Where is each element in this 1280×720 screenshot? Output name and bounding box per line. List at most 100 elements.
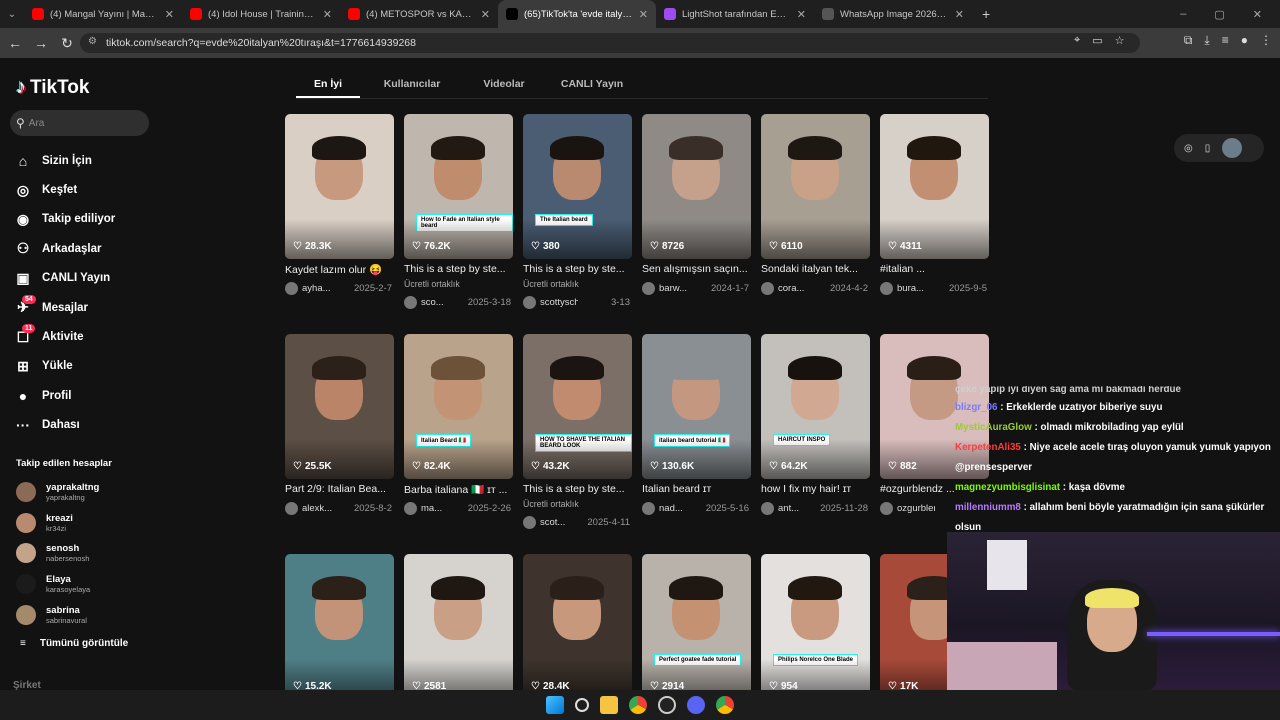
video-thumbnail[interactable]: ♡ 2581 <box>404 554 513 690</box>
sidebar-item[interactable]: ⊞ Yükle <box>14 352 154 381</box>
video-card[interactable]: HOW TO SHAVE THE ITALIAN BEARD LOOK♡43.2… <box>523 334 632 529</box>
author-avatar[interactable] <box>642 501 655 515</box>
search-taskbar-icon[interactable] <box>575 698 589 712</box>
chrome-icon[interactable] <box>629 696 647 714</box>
video-thumbnail[interactable]: ♡ 28.4K <box>523 554 632 690</box>
sidebar-item[interactable]: ✈ 54 Mesajlar <box>14 293 154 322</box>
author-name[interactable]: barw... <box>659 283 687 294</box>
author-name[interactable]: scot... <box>540 517 565 528</box>
video-card[interactable]: ♡ 28.3K Kaydet lazım olur 😝 ayha... 2025-2-7 <box>285 114 394 295</box>
discord-icon[interactable] <box>687 696 705 714</box>
tab-close-icon[interactable]: ✕ <box>955 8 964 21</box>
author-name[interactable]: scottysch... <box>540 297 578 308</box>
video-thumbnail[interactable]: Italian Beard 🇮🇹♡82.4K <box>404 334 513 479</box>
video-thumbnail[interactable]: HOW TO SHAVE THE ITALIAN BEARD LOOK♡43.2… <box>523 334 632 479</box>
search-tab[interactable]: Kullanıcılar <box>360 72 464 98</box>
video-caption[interactable]: Part 2/9: Italian Bea... <box>285 483 394 497</box>
video-card[interactable]: ♡ 8726 Sen alışmışsın saçın... barw... 2024-… <box>642 114 751 295</box>
tab-close-icon[interactable]: ✕ <box>481 8 490 21</box>
maximize-icon[interactable]: ▢ <box>1214 8 1224 21</box>
address-bar[interactable]: ⚙ tiktok.com/search?q=evde%20italyan%20t… <box>80 33 1140 53</box>
search-box[interactable]: ⚲ Ara <box>10 110 149 136</box>
author-avatar[interactable] <box>523 515 536 529</box>
video-caption[interactable]: Sondaki italyan tek... <box>761 263 870 277</box>
video-thumbnail[interactable]: HAIRCUT INSPO♡64.2K <box>761 334 870 479</box>
video-thumbnail[interactable]: ♡ 4311 <box>880 114 989 259</box>
author-avatar[interactable] <box>761 501 774 515</box>
sidebar-item[interactable]: ◎ Keşfet <box>14 175 154 204</box>
close-window-icon[interactable]: ✕ <box>1253 8 1262 21</box>
video-card[interactable]: Perfect goatee fade tutorial♡2914 <box>642 554 751 690</box>
video-card[interactable]: HAIRCUT INSPO♡64.2K how I fix my hair! ɪᴛ… <box>761 334 870 515</box>
video-thumbnail[interactable]: ♡ 6110 <box>761 114 870 259</box>
following-account[interactable]: kreazi kr34zi <box>16 508 156 539</box>
video-caption[interactable]: Sen alışmışsın saçın... <box>642 263 751 277</box>
video-caption[interactable]: how I fix my hair! ɪᴛ <box>761 483 870 497</box>
tab-close-icon[interactable]: ✕ <box>165 8 174 21</box>
new-tab-button[interactable]: + <box>972 6 1000 22</box>
translate-icon[interactable]: ⌖ <box>1074 34 1080 47</box>
video-caption[interactable]: This is a step by ste... <box>523 483 632 497</box>
download-icon[interactable]: ⤓ <box>1204 33 1209 48</box>
cast-icon[interactable]: ▭ <box>1092 34 1102 47</box>
reload-icon[interactable]: ↻ <box>54 35 80 52</box>
search-tab[interactable]: Videolar <box>464 72 544 98</box>
menu-icon[interactable]: ⋮ <box>1260 33 1272 48</box>
author-avatar[interactable] <box>642 281 655 295</box>
video-thumbnail[interactable]: The Italian beard♡380 <box>523 114 632 259</box>
sidebar-item[interactable]: ⌂ Sizin İçin <box>14 146 154 175</box>
author-avatar[interactable] <box>761 281 774 295</box>
video-card[interactable]: Philips Norelco One Blade♡954 <box>761 554 870 690</box>
author-name[interactable]: bura... <box>897 283 924 294</box>
author-name[interactable]: alexk... <box>302 503 332 514</box>
tab-close-icon[interactable]: ✕ <box>323 8 332 21</box>
following-account[interactable]: Elaya karasoyelaya <box>16 569 156 600</box>
following-account[interactable]: senosh nabersenosh <box>16 538 156 569</box>
reading-list-icon[interactable]: ≡ <box>1222 33 1229 48</box>
browser-tab[interactable]: (65)TikTok'ta 'evde italyan tıraşı' ✕ <box>498 0 656 28</box>
minimize-icon[interactable]: – <box>1180 8 1186 21</box>
profile-avatar-icon[interactable]: ● <box>1241 33 1248 48</box>
video-thumbnail[interactable]: Philips Norelco One Blade♡954 <box>761 554 870 690</box>
sidebar-item[interactable]: ··· Dahası <box>14 411 154 440</box>
video-card[interactable]: The Italian beard♡380 This is a step by s… <box>523 114 632 309</box>
video-card[interactable]: How to Fade an Italian style beard♡76.2K… <box>404 114 513 309</box>
video-card[interactable]: ♡ 2581 <box>404 554 513 690</box>
author-name[interactable]: sco... <box>421 297 444 308</box>
author-avatar[interactable] <box>523 295 536 309</box>
sidebar-item[interactable]: ▣ CANLI Yayın <box>14 264 154 293</box>
coin-icon[interactable]: ◎ <box>1184 143 1193 154</box>
browser-tab[interactable]: LightShot tarafından Ekran Gör ✕ <box>656 0 814 28</box>
author-avatar[interactable] <box>285 281 298 295</box>
author-avatar[interactable] <box>404 295 417 309</box>
video-thumbnail[interactable]: Perfect goatee fade tutorial♡2914 <box>642 554 751 690</box>
video-thumbnail[interactable]: ♡ 25.5K <box>285 334 394 479</box>
video-card[interactable]: italian beard tutorial 🇮🇹♡130.6K Italian … <box>642 334 751 515</box>
author-name[interactable]: ozgurblen... <box>897 503 935 514</box>
video-thumbnail[interactable]: italian beard tutorial 🇮🇹♡130.6K <box>642 334 751 479</box>
sidebar-item[interactable]: ● Profil <box>14 381 154 410</box>
extensions-icon[interactable]: ⧉ <box>1184 33 1193 48</box>
tab-close-icon[interactable]: ✕ <box>797 8 806 21</box>
sidebar-item[interactable]: ◉ Takip ediliyor <box>14 205 154 234</box>
user-avatar[interactable] <box>1222 138 1243 158</box>
video-card[interactable]: ♡ 6110 Sondaki italyan tek... cora... 2024-4… <box>761 114 870 295</box>
see-all-link[interactable]: ≡ Tümünü görüntüle <box>20 638 128 649</box>
following-account[interactable]: sabrina sabrinavural <box>16 599 156 630</box>
following-account[interactable]: yaprakaltng yaprakaltng <box>16 477 156 508</box>
obs-icon[interactable] <box>658 696 676 714</box>
video-caption[interactable]: This is a step by ste... <box>523 263 632 277</box>
author-name[interactable]: ma... <box>421 503 442 514</box>
browser-tab[interactable]: (4) Idol House | Training EP 11 | ✕ <box>182 0 340 28</box>
company-link[interactable]: Şirket <box>13 680 41 690</box>
forward-icon[interactable]: → <box>28 35 54 51</box>
video-card[interactable]: ♡ 28.4K <box>523 554 632 690</box>
tiktok-logo[interactable]: ♪ TikTok <box>16 76 89 99</box>
author-avatar[interactable] <box>404 501 417 515</box>
video-caption[interactable]: Barba italiana 🇮🇹 ɪᴛ ... <box>404 483 513 497</box>
video-thumbnail[interactable]: ♡ 15.2K <box>285 554 394 690</box>
video-thumbnail[interactable]: ♡ 8726 <box>642 114 751 259</box>
video-thumbnail[interactable]: ♡ 28.3K <box>285 114 394 259</box>
author-avatar[interactable] <box>285 501 298 515</box>
tab-search-icon[interactable]: ⌄ <box>0 9 24 20</box>
